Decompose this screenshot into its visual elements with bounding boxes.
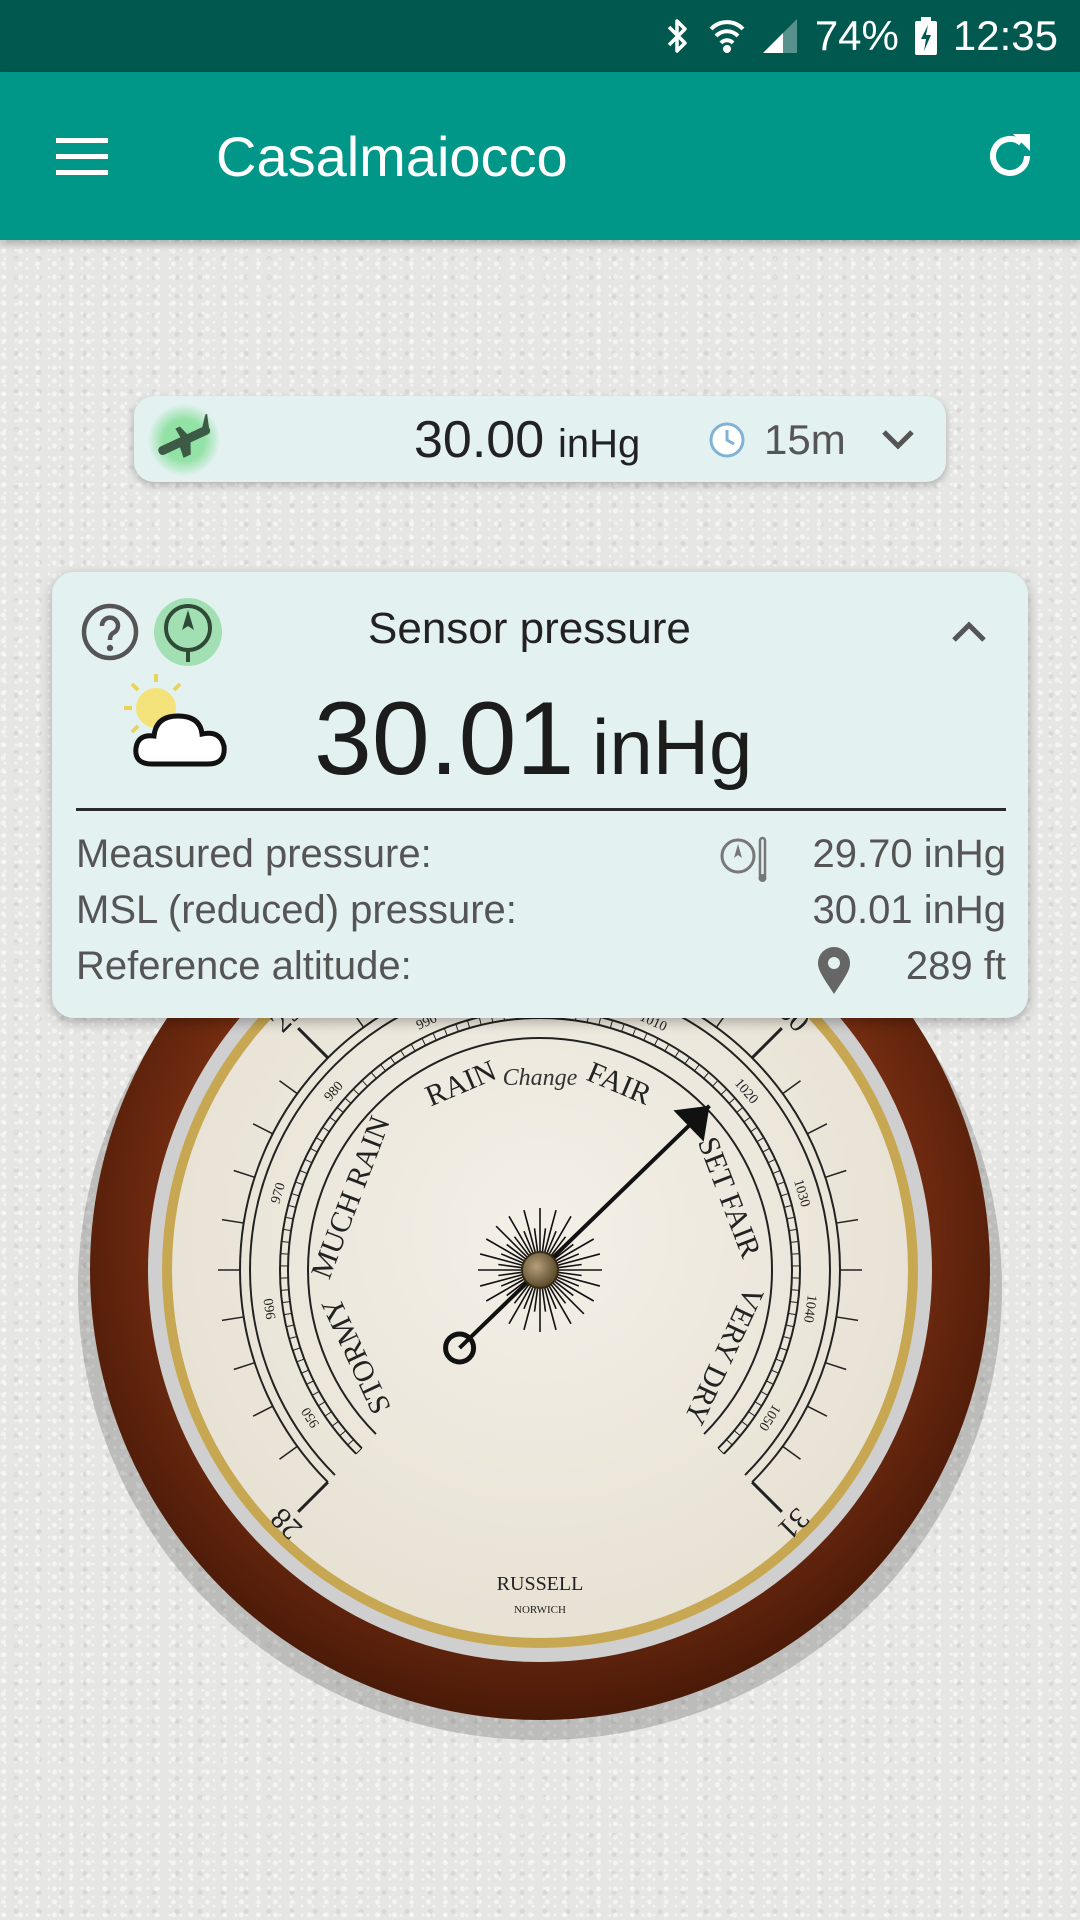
sensor-pressure-value: 30.01	[314, 681, 575, 797]
sensor-pressure-unit: inHg	[592, 703, 753, 791]
battery-charging-icon	[913, 15, 939, 57]
reference-altitude-row: Reference altitude: 289 ft	[76, 944, 1006, 1000]
altitude-pressure-unit: inHg	[558, 422, 641, 466]
sensor-pressure-card: Sensor pressure 30.01 inHg Measured pres…	[52, 572, 1028, 1018]
row-label: MSL (reduced) pressure:	[76, 888, 517, 932]
hpa-tick	[280, 1253, 289, 1255]
sensor-gauge-icon	[718, 834, 770, 894]
divider	[76, 808, 1006, 811]
row-label: Measured pressure:	[76, 832, 432, 876]
hpa-tick	[280, 1289, 289, 1291]
battery-percent: 74%	[814, 12, 899, 59]
chevron-up-icon[interactable]	[948, 612, 990, 654]
hpa-tick	[791, 1253, 800, 1255]
bluetooth-icon	[663, 15, 693, 57]
altitude-pressure-value: 30.00	[414, 411, 545, 469]
hpa-label: 960	[262, 1297, 280, 1320]
signal-icon	[761, 15, 801, 57]
hpa-tick	[791, 1289, 800, 1291]
location-title: Casalmaiocco	[216, 125, 568, 188]
wifi-icon	[707, 15, 747, 57]
sensor-icon[interactable]	[152, 596, 224, 668]
airplane-icon	[148, 404, 220, 476]
partly-cloudy-icon	[112, 668, 252, 788]
maker-name: RUSSELL	[497, 1573, 584, 1595]
clock-time: 12:35	[952, 12, 1058, 59]
status-bar: 74% 12:35	[0, 0, 1080, 72]
refresh-icon[interactable]	[980, 126, 1040, 186]
change-label: Change	[503, 1065, 578, 1091]
card-title: Sensor pressure	[368, 604, 691, 653]
help-icon[interactable]	[80, 602, 140, 662]
chevron-down-icon[interactable]	[878, 420, 918, 460]
barometer-dial: 2829303195096097098099010001010102010301…	[60, 820, 1020, 1760]
app-bar: Casalmaiocco	[0, 72, 1080, 240]
row-value: 30.01 inHg	[812, 888, 1006, 932]
measured-pressure-row: Measured pressure: 29.70 inHg	[76, 832, 1006, 888]
refresh-interval: 15m	[764, 416, 846, 463]
needle-hub	[521, 1251, 559, 1289]
msl-pressure-row: MSL (reduced) pressure: 30.01 inHg	[76, 888, 1006, 944]
row-label: Reference altitude:	[76, 944, 412, 988]
maker-city: NORWICH	[514, 1604, 566, 1616]
location-pin-icon	[816, 946, 852, 1006]
clock-icon	[709, 422, 745, 458]
altitude-pressure-selector[interactable]: 30.00 inHg 15m	[134, 396, 946, 482]
row-value: 289 ft	[905, 944, 1006, 988]
row-value: 29.70 inHg	[812, 832, 1006, 876]
menu-icon[interactable]	[52, 126, 112, 186]
